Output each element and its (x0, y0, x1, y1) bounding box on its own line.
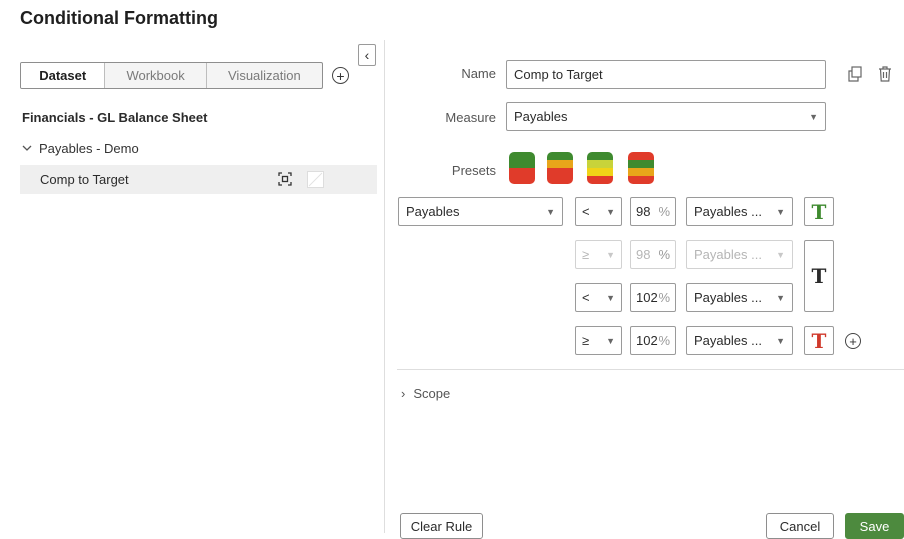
preset-swatch[interactable] (587, 152, 613, 184)
group-label: Payables - Demo (39, 141, 139, 156)
rule-list-item[interactable]: Comp to Target (20, 165, 377, 194)
target-select[interactable]: Payables ... ▼ (686, 283, 793, 312)
plus-circle-icon: + (849, 333, 857, 349)
caret-down-icon: ▼ (606, 292, 615, 303)
preset-swatch[interactable] (628, 152, 654, 184)
measure-select[interactable]: Payables ▼ (506, 102, 826, 131)
caret-down-icon: ▼ (546, 206, 555, 217)
tab-workbook[interactable]: Workbook (105, 63, 207, 88)
chevron-down-icon[interactable] (22, 145, 32, 152)
text-format-button[interactable]: T (804, 197, 834, 226)
text-format-button[interactable]: T (804, 240, 834, 312)
percent-unit: % (658, 290, 670, 305)
measure-value: Payables (514, 109, 568, 124)
text-color-icon: T (811, 264, 827, 288)
threshold-input[interactable]: 98 % (630, 197, 676, 226)
preset-swatch[interactable] (509, 152, 535, 184)
caret-down-icon: ▼ (776, 249, 785, 260)
group-row-payables[interactable]: Payables - Demo (22, 141, 139, 156)
operator-select[interactable]: < ▼ (575, 197, 622, 226)
add-button[interactable]: + (332, 67, 349, 84)
scope-section-toggle[interactable]: › Scope (401, 386, 450, 401)
clear-rule-button[interactable]: Clear Rule (400, 513, 483, 539)
empty-swatch-icon (308, 172, 323, 187)
presets-label: Presets (451, 163, 496, 178)
target-value: Payables ... (694, 247, 762, 262)
threshold-value: 102 (636, 333, 658, 348)
page-title: Conditional Formatting (20, 8, 218, 28)
threshold-value: 98 (636, 204, 651, 219)
name-label: Name (461, 66, 496, 81)
tab-visualization[interactable]: Visualization (207, 63, 322, 88)
preset-swatch[interactable] (547, 152, 573, 184)
save-button[interactable]: Save (845, 513, 904, 539)
target-value: Payables ... (694, 333, 762, 348)
percent-unit: % (658, 333, 670, 348)
caret-down-icon: ▼ (606, 206, 615, 217)
target-select: Payables ... ▼ (686, 240, 793, 269)
rule-color-swatch[interactable] (307, 171, 324, 188)
name-field[interactable]: Comp to Target (506, 60, 826, 89)
collapse-panel-button[interactable]: ‹ (358, 44, 376, 66)
percent-unit: % (658, 204, 670, 219)
scope-tabs: Dataset Workbook Visualization (20, 62, 323, 89)
percent-unit: % (658, 247, 670, 262)
chevron-left-icon: ‹ (364, 47, 370, 63)
threshold-input[interactable]: 102 % (630, 326, 676, 355)
threshold-value: 98 (636, 247, 651, 262)
target-select[interactable]: Payables ... ▼ (686, 326, 793, 355)
operator-value: ≥ (582, 247, 590, 262)
cancel-button[interactable]: Cancel (766, 513, 834, 539)
threshold-input[interactable]: 102 % (630, 283, 676, 312)
plus-circle-icon: + (336, 67, 345, 84)
text-color-icon: T (811, 199, 827, 224)
copy-icon[interactable] (848, 66, 862, 82)
operator-value: < (582, 204, 590, 219)
caret-down-icon: ▼ (809, 111, 818, 122)
caret-down-icon: ▼ (776, 292, 785, 303)
target-select[interactable]: Payables ... ▼ (686, 197, 793, 226)
caret-down-icon: ▼ (606, 335, 615, 346)
caret-down-icon: ▼ (776, 335, 785, 346)
threshold-input: 98 % (630, 240, 676, 269)
operator-select[interactable]: < ▼ (575, 283, 622, 312)
target-value: Payables ... (694, 204, 762, 219)
threshold-value: 102 (636, 290, 658, 305)
caret-down-icon: ▼ (606, 249, 615, 260)
dataset-name: Financials - GL Balance Sheet (22, 110, 208, 125)
operator-select[interactable]: ≥ ▼ (575, 326, 622, 355)
target-value: Payables ... (694, 290, 762, 305)
add-rule-button[interactable]: + (845, 333, 861, 349)
operator-value: < (582, 290, 590, 305)
trash-icon[interactable] (878, 66, 892, 82)
rule-measure-value: Payables (406, 204, 460, 219)
section-divider (397, 369, 904, 370)
rule-measure-select[interactable]: Payables ▼ (398, 197, 563, 226)
tab-dataset[interactable]: Dataset (21, 63, 106, 88)
format-select-icon[interactable] (278, 172, 292, 186)
panel-divider (384, 40, 385, 533)
text-format-button[interactable]: T (804, 326, 834, 355)
rule-label: Comp to Target (40, 172, 129, 187)
chevron-right-icon: › (401, 386, 406, 401)
scope-label: Scope (413, 386, 451, 401)
caret-down-icon: ▼ (776, 206, 785, 217)
measure-label: Measure (445, 110, 496, 125)
text-color-icon: T (811, 328, 827, 353)
operator-value: ≥ (582, 333, 590, 348)
operator-select: ≥ ▼ (575, 240, 622, 269)
